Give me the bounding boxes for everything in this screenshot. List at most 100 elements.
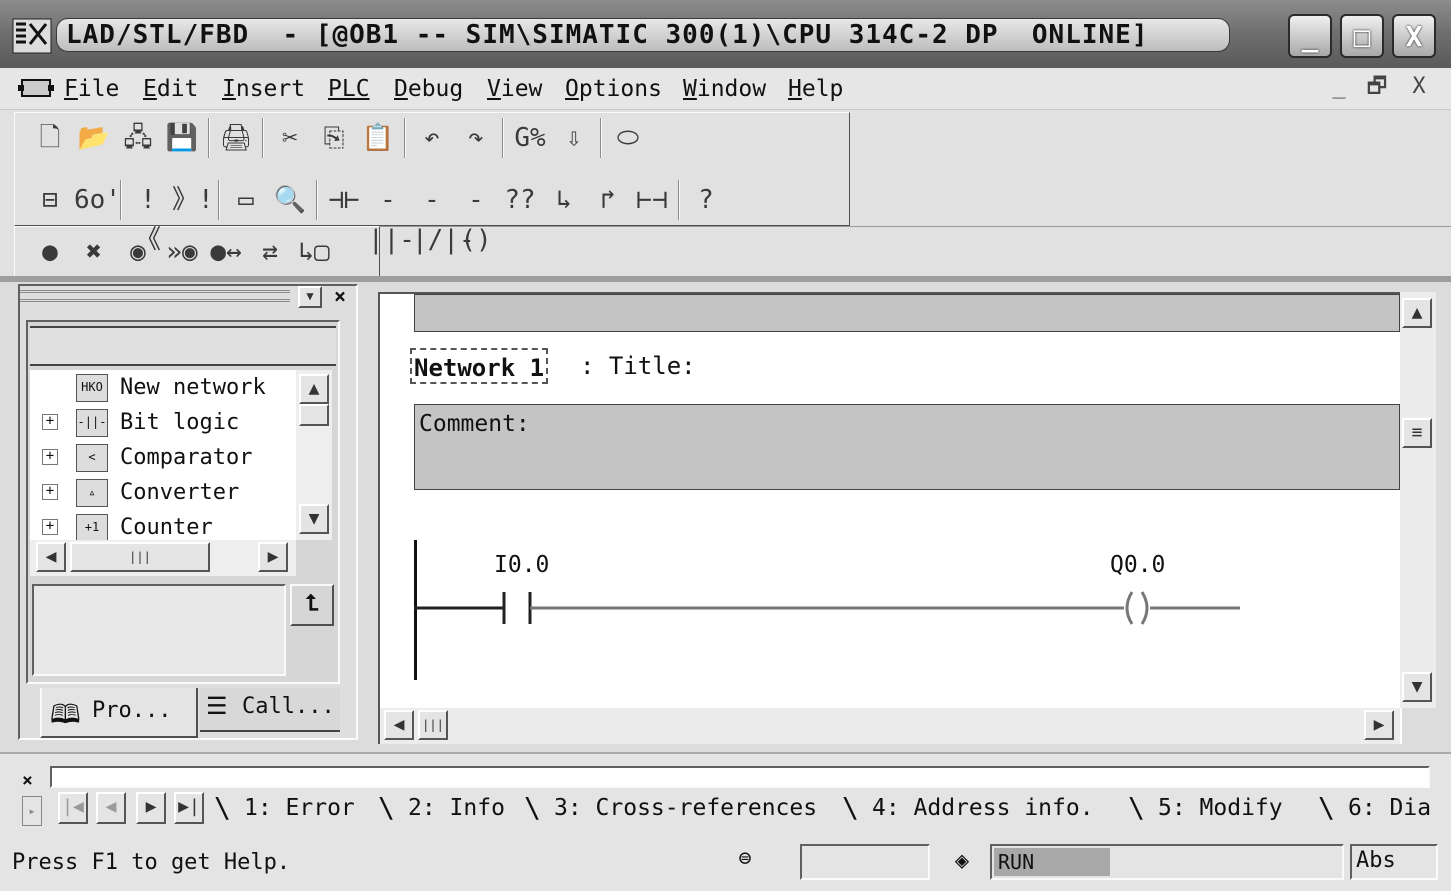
details-pin-icon[interactable]: ▸ xyxy=(22,796,42,826)
editor-hscroll[interactable] xyxy=(380,708,1400,744)
tab-prev-icon[interactable]: ◀ xyxy=(96,792,126,824)
tree-scroll-thumb[interactable] xyxy=(299,404,329,426)
panel-close-icon[interactable]: × xyxy=(328,284,352,308)
editor-scroll-down-icon[interactable]: ▼ xyxy=(1402,672,1432,702)
new-icon[interactable]: 🗋 xyxy=(30,118,70,158)
tree-scroll-right-icon[interactable]: ▶ xyxy=(258,542,288,572)
editor-scroll-right-icon[interactable]: ▶ xyxy=(1364,710,1394,740)
output-tab-4[interactable]: \ 4: Address info. xyxy=(842,788,1094,828)
coil-address[interactable]: Q0.0 xyxy=(1110,552,1165,578)
tab-call-structure[interactable]: ☰ Call... xyxy=(200,688,340,732)
minimize-button[interactable]: _ xyxy=(1288,14,1332,58)
new-network-icon[interactable]: ⊣⊢ xyxy=(324,180,364,220)
panel-dropdown-icon[interactable]: ▼ xyxy=(298,286,322,308)
breakpoint-icon[interactable]: ● xyxy=(30,232,70,272)
print-icon[interactable]: 🖨 xyxy=(216,118,256,158)
tree-scroll-left-icon[interactable]: ◀ xyxy=(36,542,66,572)
editor-vscroll-thumb[interactable]: ≡ xyxy=(1402,418,1432,448)
menu-item-options[interactable]: Options xyxy=(565,74,662,104)
editor-hscroll-thumb[interactable]: ||| xyxy=(418,710,448,740)
copy-icon[interactable]: ⎘ xyxy=(314,118,354,158)
details-close-icon[interactable]: × xyxy=(22,770,42,792)
network-icon[interactable]: 🖧 xyxy=(118,118,158,158)
menu-item-window[interactable]: Window xyxy=(683,74,766,104)
tree-scroll-down-icon[interactable]: ▼ xyxy=(299,504,329,534)
maximize-button[interactable]: □ xyxy=(1340,14,1384,58)
branch-line-icon[interactable]: ⊢⊣ xyxy=(632,180,672,220)
network-comment-box[interactable]: Comment: xyxy=(414,404,1400,490)
close-button[interactable]: X xyxy=(1392,14,1436,58)
step-icon[interactable]: ●↔ xyxy=(206,232,246,272)
network-label[interactable]: Network 1 xyxy=(410,348,549,384)
step-into-icon[interactable]: ⇄ xyxy=(250,232,290,272)
mdi-minimize-button[interactable]: _ xyxy=(1324,72,1354,102)
output-tab-5[interactable]: \ 5: Modify xyxy=(1128,788,1283,828)
save-icon[interactable]: 💾 xyxy=(162,118,202,158)
app-icon[interactable] xyxy=(12,18,52,54)
clear-breakpoint-icon[interactable]: ✖ xyxy=(74,232,114,272)
menu-item-view[interactable]: View xyxy=(487,74,542,104)
mdi-close-button[interactable]: X xyxy=(1404,72,1434,102)
tab-next-icon[interactable]: ▶ xyxy=(136,792,166,824)
paste-icon[interactable]: 📋 xyxy=(358,118,398,158)
monitor-glasses-icon[interactable]: 6o' xyxy=(74,180,121,220)
expand-icon[interactable]: + xyxy=(42,414,58,430)
block-title-bar[interactable] xyxy=(414,294,1400,332)
output-tab-3[interactable]: \ 3: Cross-references xyxy=(524,788,817,828)
ladder-rung[interactable] xyxy=(414,590,1254,630)
expand-icon[interactable]: + xyxy=(42,519,58,535)
zoom-icon[interactable]: 🔍 xyxy=(270,180,310,220)
tree-item-converter[interactable]: + ▵ Converter xyxy=(30,475,296,510)
step-out-icon[interactable]: ↳▢ xyxy=(294,232,334,272)
insert-element-icon[interactable]: ⮤ xyxy=(290,584,334,626)
tab-program-elements[interactable]: 🕮 Pro... xyxy=(40,688,198,738)
tree-item-comparator[interactable]: + < Comparator xyxy=(30,440,296,475)
menu-item-debug[interactable]: Debug xyxy=(394,74,463,104)
close-branch-icon[interactable]: ↱ xyxy=(588,180,628,220)
tree-hscroll-thumb[interactable]: ||| xyxy=(70,542,210,572)
network-overview-icon[interactable]: ⊟ xyxy=(30,180,70,220)
catalog-tree[interactable]: HKO New network + -||- Bit logic + < Comparator… xyxy=(30,370,296,542)
menu-item-insert[interactable]: Insert xyxy=(222,74,305,104)
network-title[interactable]: : Title: xyxy=(580,348,696,384)
tree-item-bit-logic[interactable]: + -||- Bit logic xyxy=(30,405,296,440)
first-network-icon[interactable]: !《 xyxy=(128,180,168,255)
output-tab-1[interactable]: \ 1: Error xyxy=(214,788,355,828)
menu-item-file[interactable]: File xyxy=(64,74,119,104)
download-icon[interactable]: ⇩ xyxy=(554,118,594,158)
open-icon[interactable]: 📂 xyxy=(74,118,114,158)
menu-item-help[interactable]: Help xyxy=(788,74,843,104)
last-network-icon[interactable]: 》! xyxy=(172,180,214,220)
menu-item-plc[interactable]: PLC xyxy=(328,74,370,104)
redo-icon[interactable]: ↷ xyxy=(456,118,496,158)
tab-first-icon[interactable]: |◀ xyxy=(58,792,88,824)
tree-item-new-network[interactable]: HKO New network xyxy=(30,370,296,405)
open-branch-icon[interactable]: ↳ xyxy=(544,180,584,220)
empty-box-icon[interactable]: ?? xyxy=(500,180,540,220)
program-status-icon[interactable]: G% xyxy=(510,118,550,158)
monitor-icon[interactable]: ⬭ xyxy=(608,118,648,158)
tree-scroll-up-icon[interactable]: ▲ xyxy=(299,374,329,404)
menu-item-edit[interactable]: Edit xyxy=(143,74,198,104)
normally-closed-contact-icon[interactable]: -|/|- xyxy=(412,180,475,255)
activate-breakpoint-icon[interactable]: ◉ xyxy=(118,232,158,272)
document-icon[interactable] xyxy=(18,76,54,100)
editor-scroll-up-icon[interactable]: ▲ xyxy=(1402,298,1432,328)
expand-icon[interactable]: + xyxy=(42,449,58,465)
editor-vscroll[interactable] xyxy=(1400,292,1436,708)
tab-last-icon[interactable]: ▶| xyxy=(174,792,204,824)
output-tab-6[interactable]: \ 6: Dia xyxy=(1318,788,1431,828)
cut-icon[interactable]: ✂ xyxy=(270,118,310,158)
output-tab-2[interactable]: \ 2: Info xyxy=(378,788,505,828)
expand-icon[interactable]: + xyxy=(42,484,58,500)
editor-scroll-left-icon[interactable]: ◀ xyxy=(384,710,414,740)
resume-icon[interactable]: »◉ xyxy=(162,232,202,272)
undo-icon[interactable]: ↶ xyxy=(412,118,452,158)
contact-address[interactable]: I0.0 xyxy=(494,552,549,578)
normally-open-contact-icon[interactable]: -||- xyxy=(368,180,415,255)
panel-grip[interactable] xyxy=(20,290,290,302)
coil-icon[interactable]: -() xyxy=(456,180,496,255)
context-help-icon[interactable]: ? xyxy=(686,180,726,220)
overview-window-icon[interactable]: ▭ xyxy=(226,180,266,220)
mdi-restore-button[interactable]: 🗗 xyxy=(1362,72,1392,102)
